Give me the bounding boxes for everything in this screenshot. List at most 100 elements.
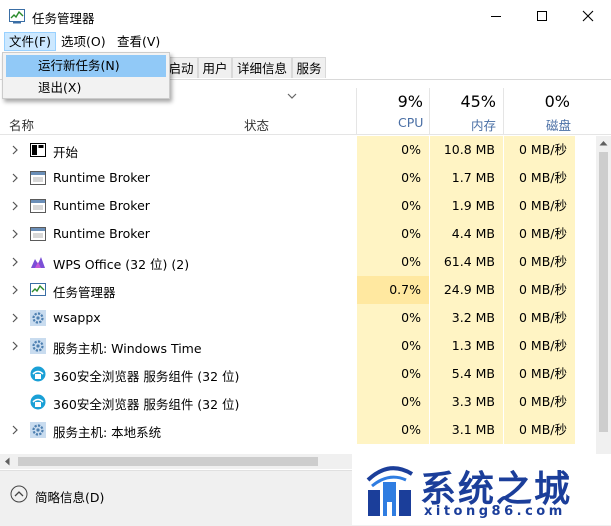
tab-details[interactable]: 详细信息 bbox=[232, 57, 292, 78]
table-row[interactable]: 360安全浏览器 服务组件 (32 位) 0% 5.4 MB 0 MB/秒 bbox=[0, 360, 596, 388]
disk-cell: 0 MB/秒 bbox=[504, 360, 576, 388]
cpu-cell: 0% bbox=[357, 416, 430, 444]
start-icon bbox=[30, 143, 46, 157]
column-name[interactable]: 名称 bbox=[9, 115, 34, 134]
cpu-cell: 0% bbox=[357, 164, 430, 192]
minimize-button[interactable] bbox=[473, 0, 519, 32]
chevron-up-circle-icon[interactable] bbox=[10, 485, 28, 503]
disk-cell: 0 MB/秒 bbox=[504, 416, 576, 444]
cpu-cell: 0% bbox=[357, 388, 430, 416]
chevron-right-icon[interactable] bbox=[10, 228, 20, 240]
process-name: Runtime Broker bbox=[53, 226, 150, 241]
close-icon bbox=[582, 10, 594, 22]
scroll-left-icon[interactable] bbox=[4, 457, 10, 466]
table-row[interactable]: 服务主机: Windows Time 0% 1.3 MB 0 MB/秒 bbox=[0, 332, 596, 360]
task-manager-icon bbox=[9, 9, 25, 24]
process-name: Runtime Broker bbox=[53, 198, 150, 213]
column-divider bbox=[356, 88, 357, 134]
process-name: 任务管理器 bbox=[53, 285, 116, 300]
disk-cell: 0 MB/秒 bbox=[504, 248, 576, 276]
disk-cell: 0 MB/秒 bbox=[504, 164, 576, 192]
window-title: 任务管理器 bbox=[32, 11, 95, 26]
close-button[interactable] bbox=[565, 0, 611, 32]
chevron-right-icon[interactable] bbox=[10, 340, 20, 352]
minimize-icon bbox=[491, 16, 501, 17]
menu-view[interactable]: 查看(V) bbox=[113, 32, 164, 51]
tab-users[interactable]: 用户 bbox=[198, 57, 232, 78]
disk-cell: 0 MB/秒 bbox=[504, 332, 576, 360]
wps-icon bbox=[31, 257, 45, 268]
vertical-scroll-thumb[interactable] bbox=[599, 152, 608, 432]
chevron-right-icon[interactable] bbox=[10, 200, 20, 212]
horizontal-scrollbar[interactable] bbox=[0, 454, 355, 469]
menu-exit[interactable]: 退出(X) bbox=[6, 77, 166, 99]
table-row[interactable]: wsappx 0% 3.2 MB 0 MB/秒 bbox=[0, 304, 596, 332]
memory-cell: 5.4 MB bbox=[430, 360, 504, 388]
memory-cell: 24.9 MB bbox=[430, 276, 504, 304]
disk-cell: 0 MB/秒 bbox=[504, 220, 576, 248]
gear-icon bbox=[30, 422, 46, 438]
tab-services[interactable]: 服务 bbox=[292, 57, 326, 78]
maximize-button[interactable] bbox=[519, 0, 565, 32]
window-app-icon bbox=[30, 171, 46, 185]
column-divider bbox=[503, 88, 504, 134]
memory-total: 45% bbox=[460, 92, 496, 111]
maximize-icon bbox=[537, 11, 547, 21]
menu-options[interactable]: 选项(O) bbox=[57, 32, 110, 51]
column-status[interactable]: 状态 bbox=[244, 115, 269, 134]
chevron-right-icon[interactable] bbox=[10, 256, 20, 268]
task-manager-icon bbox=[30, 283, 46, 296]
chevron-right-icon[interactable] bbox=[10, 424, 20, 436]
process-name: 开始 bbox=[53, 145, 79, 160]
cpu-cell: 0% bbox=[357, 220, 430, 248]
cpu-cell: 0% bbox=[357, 304, 430, 332]
column-memory[interactable]: 内存 bbox=[471, 115, 496, 134]
table-row[interactable]: 服务主机: 本地系统 0% 3.1 MB 0 MB/秒 bbox=[0, 416, 596, 444]
table-row[interactable]: WPS Office (32 位) (2) 0% 61.4 MB 0 MB/秒 bbox=[0, 248, 596, 276]
sort-chevron-icon bbox=[287, 93, 297, 99]
chevron-right-icon[interactable] bbox=[10, 312, 20, 324]
memory-cell: 10.8 MB bbox=[430, 136, 504, 164]
cpu-cell: 0% bbox=[357, 332, 430, 360]
memory-cell: 4.4 MB bbox=[430, 220, 504, 248]
disk-cell: 0 MB/秒 bbox=[504, 388, 576, 416]
disk-cell: 0 MB/秒 bbox=[504, 136, 576, 164]
menu-file[interactable]: 文件(F) bbox=[4, 32, 56, 51]
chevron-right-icon[interactable] bbox=[10, 172, 20, 184]
process-name: 服务主机: Windows Time bbox=[53, 341, 202, 356]
watermark-url: xitong86.com bbox=[424, 504, 566, 519]
cpu-cell: 0% bbox=[357, 136, 430, 164]
vertical-scrollbar[interactable] bbox=[596, 136, 611, 454]
chevron-right-icon[interactable] bbox=[10, 284, 20, 296]
cpu-cell: 0% bbox=[357, 248, 430, 276]
column-disk[interactable]: 磁盘 bbox=[546, 115, 571, 134]
memory-cell: 1.3 MB bbox=[430, 332, 504, 360]
column-cpu[interactable]: CPU bbox=[398, 115, 423, 130]
menu-run-new-task[interactable]: 运行新任务(N) bbox=[6, 55, 166, 77]
process-name: 360安全浏览器 服务组件 (32 位) bbox=[53, 397, 240, 412]
table-row[interactable]: 开始 0% 10.8 MB 0 MB/秒 bbox=[0, 136, 596, 164]
table-row[interactable]: Runtime Broker 0% 1.7 MB 0 MB/秒 bbox=[0, 164, 596, 192]
process-name: 服务主机: 本地系统 bbox=[53, 425, 162, 440]
table-row[interactable]: 360安全浏览器 服务组件 (32 位) 0% 3.3 MB 0 MB/秒 bbox=[0, 388, 596, 416]
table-row[interactable]: Runtime Broker 0% 1.9 MB 0 MB/秒 bbox=[0, 192, 596, 220]
cpu-cell: 0% bbox=[357, 360, 430, 388]
disk-cell: 0 MB/秒 bbox=[504, 192, 576, 220]
chevron-right-icon[interactable] bbox=[10, 144, 20, 156]
memory-cell: 1.9 MB bbox=[430, 192, 504, 220]
horizontal-scroll-thumb[interactable] bbox=[18, 457, 318, 466]
title-bar: 任务管理器 bbox=[0, 0, 611, 32]
process-name: Runtime Broker bbox=[53, 170, 150, 185]
process-list: 开始 0% 10.8 MB 0 MB/秒 Runtime Broker 0% 1.7 MB 0… bbox=[0, 136, 596, 454]
fewer-details-link[interactable]: 简略信息(D) bbox=[35, 487, 104, 506]
window-app-icon bbox=[30, 227, 46, 241]
table-row[interactable]: 任务管理器 0.7% 24.9 MB 0 MB/秒 bbox=[0, 276, 596, 304]
memory-cell: 61.4 MB bbox=[430, 248, 504, 276]
memory-cell: 3.1 MB bbox=[430, 416, 504, 444]
cpu-cell: 0% bbox=[357, 192, 430, 220]
process-name: WPS Office (32 位) (2) bbox=[53, 257, 190, 272]
scroll-up-icon[interactable] bbox=[599, 140, 608, 146]
memory-cell: 3.3 MB bbox=[430, 388, 504, 416]
process-name: wsappx bbox=[53, 310, 101, 325]
table-row[interactable]: Runtime Broker 0% 4.4 MB 0 MB/秒 bbox=[0, 220, 596, 248]
